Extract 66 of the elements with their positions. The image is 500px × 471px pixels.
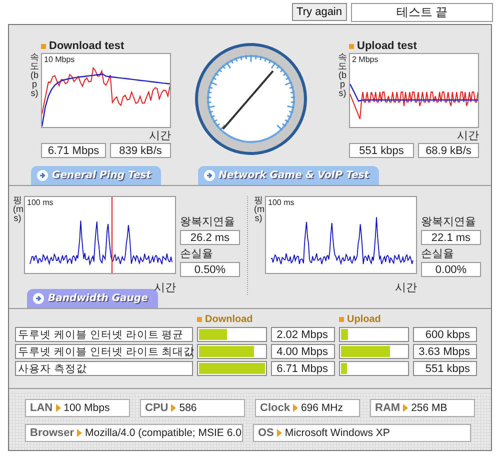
latency-value: 22.1 ms <box>421 230 481 245</box>
table-cell: 두루넷 케이블 인터넷 라이트 최대값 <box>15 344 193 359</box>
section-tab[interactable]: Bandwidth Gauge <box>27 289 158 308</box>
field-label: RAM <box>375 402 400 414</box>
status-field: 테스트 끝 <box>351 2 493 22</box>
scale-label: 10 Mbps <box>44 55 75 64</box>
square-bullet-icon <box>339 316 344 322</box>
latency-label: 왕복지연율 <box>180 215 236 229</box>
table-cell: 6.71 Mbps <box>271 361 335 376</box>
field-label: CPU <box>145 402 168 414</box>
loss-label: 손실율 <box>421 247 455 261</box>
caret-icon <box>56 404 61 412</box>
square-bullet-icon <box>197 316 202 322</box>
field-label: OS <box>258 427 274 439</box>
axis-label: 속도(bps) <box>338 53 347 98</box>
table-cell: 2.02 Mbps <box>271 327 335 342</box>
loss-value: 0.50% <box>180 262 240 277</box>
scale-label: 100 ms <box>27 198 54 207</box>
chart-title: Download test <box>49 40 124 52</box>
scale-label: 100 ms <box>268 198 294 207</box>
rate-value: 551 kbps <box>349 143 414 158</box>
field-label: Clock <box>260 402 290 414</box>
throughput-value: 839 kB/s <box>110 143 171 158</box>
caret-icon <box>276 429 282 437</box>
scale-label: 2 Mbps <box>352 55 378 64</box>
try-again-button[interactable]: Try again <box>292 3 347 21</box>
section-tab[interactable]: Network Game & VoIP Test <box>198 166 379 185</box>
column-header: Upload <box>347 314 381 324</box>
caret-icon <box>171 404 176 412</box>
field-value: 256 MB <box>411 402 448 414</box>
latency-label: 왕복지연율 <box>421 215 477 229</box>
field-label: LAN <box>30 402 53 414</box>
chart-title: Upload test <box>357 40 417 52</box>
rate-value: 6.71 Mbps <box>41 143 106 158</box>
arrow-circle-icon <box>37 170 48 181</box>
axis-label: 시간 <box>456 129 479 143</box>
axis-label: 핑(ms) <box>13 196 22 223</box>
field-value: 586 <box>179 402 197 414</box>
caret-icon <box>292 404 298 412</box>
field-value: Microsoft Windows XP <box>284 427 390 439</box>
field-value: Mozilla/4.0 (compatible; MSIE 6.0 <box>85 427 242 439</box>
table-cell: 551 kbps <box>413 361 477 376</box>
axis-label: 속도(bps) <box>30 53 39 98</box>
table-cell: 사용자 측정값 <box>15 361 193 376</box>
table-cell: 3.63 Mbps <box>413 344 477 359</box>
field-label: Browser <box>30 427 74 439</box>
table-cell: 두루넷 케이블 인터넷 라이트 평균 <box>15 327 193 342</box>
latency-value: 26.2 ms <box>180 230 240 245</box>
axis-label: 시간 <box>394 281 417 295</box>
section-tab[interactable]: General Ping Test <box>31 166 162 185</box>
axis-label: 시간 <box>148 129 171 143</box>
loss-value: 0.00% <box>421 262 481 277</box>
loss-label: 손실율 <box>180 247 214 261</box>
throughput-value: 68.9 kB/s <box>418 143 479 158</box>
field-value: 696 MHz <box>300 402 343 414</box>
square-bullet-icon <box>349 44 354 48</box>
arrow-circle-icon <box>204 170 215 181</box>
table-cell: 4.00 Mbps <box>271 344 335 359</box>
axis-label: 핑(ms) <box>254 196 263 223</box>
field-value: 100 Mbps <box>64 402 110 414</box>
arrow-circle-icon <box>33 293 44 304</box>
column-header: Download <box>205 314 253 324</box>
table-cell: 600 kbps <box>413 327 477 342</box>
square-bullet-icon <box>41 44 46 48</box>
caret-icon <box>77 429 82 437</box>
caret-icon <box>403 404 408 412</box>
